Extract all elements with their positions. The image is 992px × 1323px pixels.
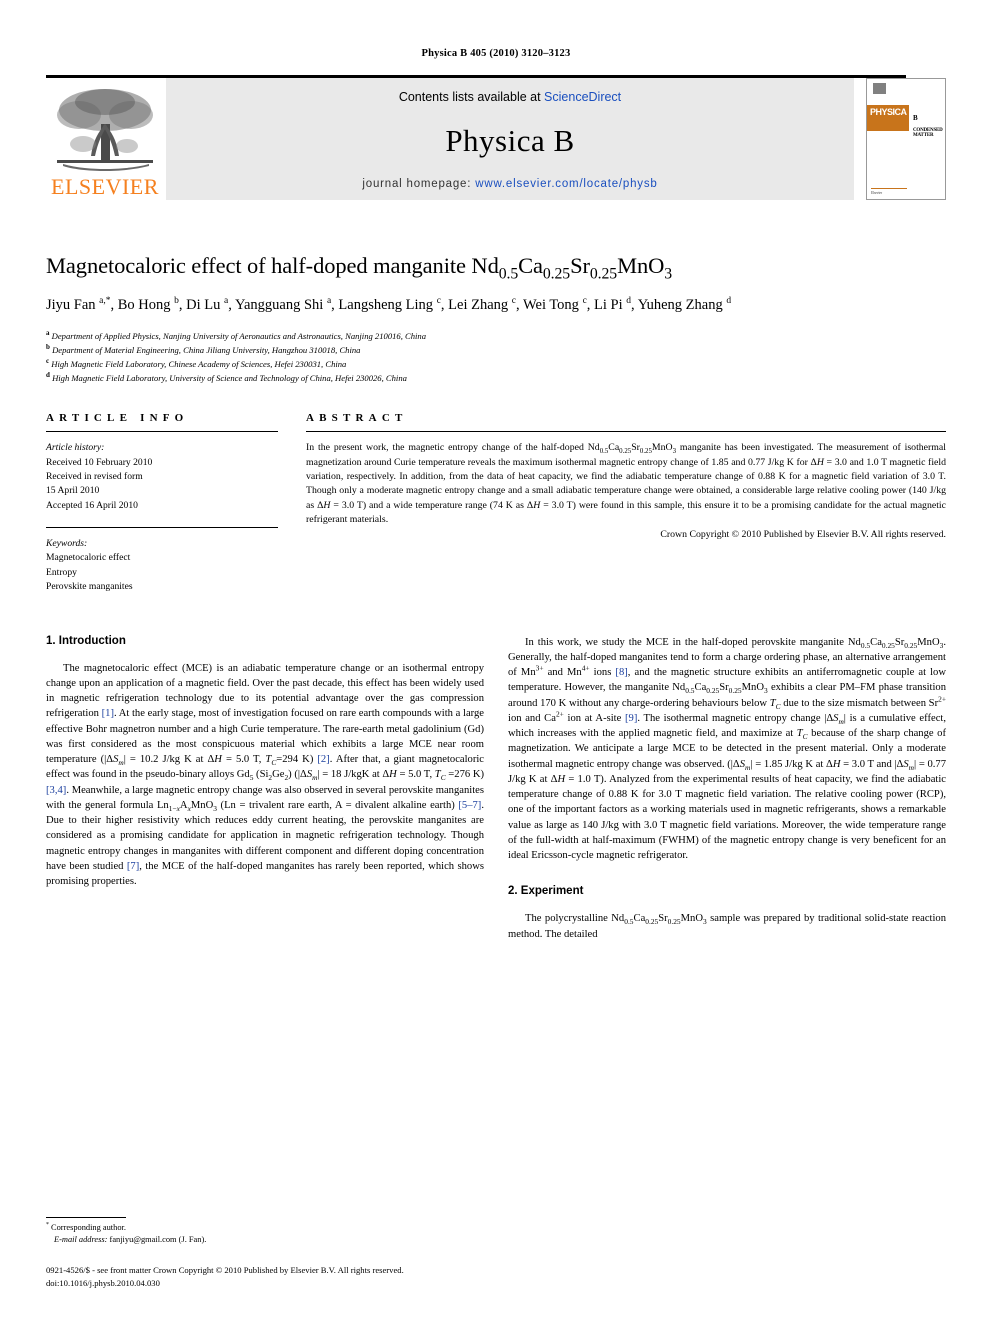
cover-footer: Elsevier — [867, 173, 945, 199]
issn-line: 0921-4526/$ - see front matter Crown Cop… — [46, 1265, 404, 1276]
history-item: Received 10 February 2010 — [46, 456, 153, 468]
abstract-text: In the present work, the magnetic entrop… — [306, 442, 947, 526]
affiliation-text: Department of Applied Physics, Nanjing U… — [51, 331, 427, 342]
journal-homepage-line: journal homepage: www.elsevier.com/locat… — [362, 178, 657, 190]
work-summary-paragraph: In this work, we study the MCE in the ha… — [508, 636, 947, 862]
cover-footer-left: Elsevier — [871, 187, 911, 196]
doi-line[interactable]: doi:10.1016/j.physb.2010.04.030 — [46, 1277, 486, 1289]
abstract-rule — [306, 431, 946, 433]
email-address[interactable]: fanjiyu@gmail.com (J. Fan). — [110, 1235, 207, 1244]
cover-top-area — [867, 79, 945, 105]
journal-band: Contents lists available at ScienceDirec… — [166, 78, 854, 200]
experiment-paragraph: The polycrystalline Nd0.5Ca0.25Sr0.25MnO… — [508, 913, 947, 940]
email-label: E-mail address: — [54, 1235, 108, 1245]
affiliation-item: a Department of Applied Physics, Nanjing… — [46, 330, 946, 344]
affiliation-marker: d — [46, 371, 50, 380]
affiliation-text: Department of Material Engineering, Chin… — [52, 345, 361, 356]
keyword-item: Magnetocaloric effect — [46, 552, 131, 564]
cover-blank-body — [867, 131, 945, 173]
info-abstract-region: ARTICLE INFO Article history: Received 1… — [46, 412, 946, 595]
keyword-item: Perovskite manganites — [46, 581, 133, 593]
contents-available-line: Contents lists available at ScienceDirec… — [399, 90, 621, 104]
affiliation-item: c High Magnetic Field Laboratory, Chines… — [46, 358, 946, 372]
cover-image-icon — [873, 83, 886, 94]
cover-publisher-text: Elsevier — [871, 190, 882, 195]
section-heading-experiment: 2. Experiment — [508, 885, 584, 898]
elsevier-wordmark: ELSEVIER — [51, 174, 159, 199]
journal-cover-thumbnail: PHYSICA B CONDENSED MATTER Elsevier — [866, 78, 946, 200]
cover-brand-text: PHYSICA — [870, 107, 907, 117]
abstract-heading: ABSTRACT — [306, 412, 408, 425]
contents-prefix: Contents lists available at — [398, 90, 545, 104]
keyword-item: Entropy — [46, 566, 77, 578]
sciencedirect-link[interactable]: ScienceDirect — [544, 90, 621, 104]
cover-volume-letter: B — [913, 114, 918, 122]
affiliation-item: b Department of Material Engineering, Ch… — [46, 344, 946, 358]
affiliation-marker: c — [46, 357, 50, 366]
article-info-column: ARTICLE INFO Article history: Received 1… — [46, 412, 278, 595]
cover-footer-rule — [871, 187, 907, 189]
issn-copyright-block: 0921-4526/$ - see front matter Crown Cop… — [46, 1264, 486, 1289]
author-list: Jiyu Fan a,*, Bo Hong b, Di Lu a, Yanggu… — [46, 296, 732, 314]
article-info-heading: ARTICLE INFO — [46, 412, 189, 425]
article-history: Article history: Received 10 February 20… — [46, 441, 278, 513]
introduction-paragraph: The magnetocaloric effect (MCE) is an ad… — [46, 662, 485, 888]
cover-subtitle-block: B CONDENSED MATTER — [909, 105, 945, 138]
history-item: Accepted 16 April 2010 — [46, 499, 138, 511]
section-heading-introduction: 1. Introduction — [46, 634, 126, 647]
corresponding-marker: * — [46, 1222, 49, 1229]
history-item: Received in revised form — [46, 470, 143, 482]
history-item: 15 April 2010 — [46, 485, 100, 497]
corresponding-author-note: * Corresponding author. E-mail address: … — [46, 1222, 486, 1247]
affiliation-list: a Department of Applied Physics, Nanjing… — [46, 330, 946, 386]
corresponding-author-text: Corresponding author. — [51, 1222, 126, 1232]
cover-brand-block: PHYSICA — [867, 105, 909, 131]
keywords-label: Keywords: — [46, 538, 88, 550]
homepage-prefix: journal homepage: — [362, 178, 476, 190]
article-info-rule — [46, 431, 278, 433]
journal-title: Physica B — [445, 123, 575, 158]
running-head: Physica B 405 (2010) 3120–3123 — [421, 48, 571, 59]
page-footer: * Corresponding author. E-mail address: … — [46, 1216, 486, 1289]
journal-masthead: ELSEVIER Contents lists available at Sci… — [46, 75, 946, 200]
elsevier-logo: ELSEVIER — [46, 78, 164, 200]
abstract-column: ABSTRACT In the present work, the magnet… — [306, 412, 946, 595]
title-block: Magnetocaloric effect of half-doped mang… — [46, 252, 946, 386]
right-column: In this work, we study the MCE in the ha… — [508, 635, 946, 942]
cover-title-band: PHYSICA B CONDENSED MATTER — [867, 105, 945, 138]
keywords-block: Keywords: Magnetocaloric effect Entropy … — [46, 527, 278, 595]
keywords-rule — [46, 527, 278, 529]
footnote-rule — [46, 1216, 126, 1218]
article-page: Physica B 405 (2010) 3120–3123 ELSEVIER … — [0, 0, 992, 1323]
article-history-label: Article history: — [46, 442, 105, 454]
affiliation-marker: b — [46, 343, 50, 352]
page-title: Magnetocaloric effect of half-doped mang… — [46, 253, 673, 283]
body-columns: 1. Introduction The magnetocaloric effec… — [46, 635, 946, 942]
elsevier-tree-icon — [57, 89, 153, 171]
affiliation-marker: a — [46, 329, 50, 338]
affiliation-text: High Magnetic Field Laboratory, Chinese … — [51, 359, 347, 370]
homepage-url-link[interactable]: www.elsevier.com/locate/physb — [475, 178, 657, 190]
affiliation-text: High Magnetic Field Laboratory, Universi… — [52, 373, 407, 384]
abstract-copyright: Crown Copyright © 2010 Published by Else… — [660, 529, 946, 541]
affiliation-item: d High Magnetic Field Laboratory, Univer… — [46, 372, 946, 386]
left-column: 1. Introduction The magnetocaloric effec… — [46, 635, 484, 942]
